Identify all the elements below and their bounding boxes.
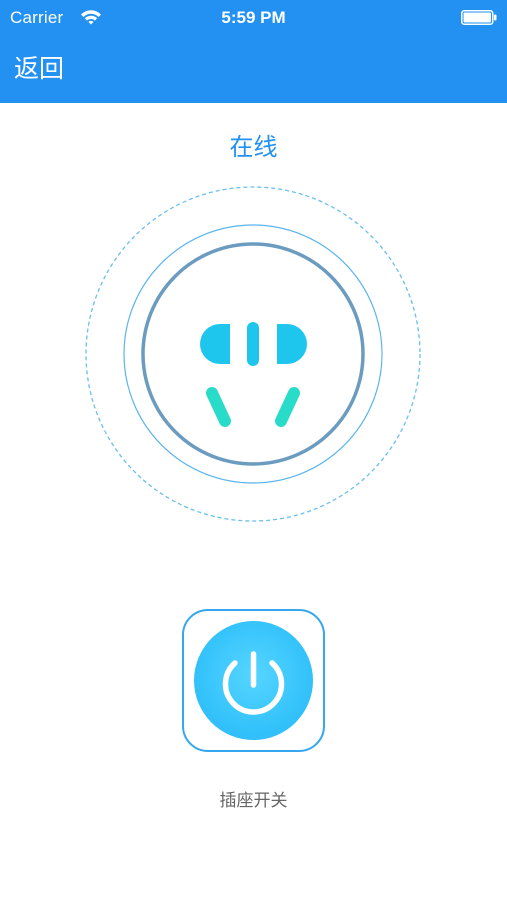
battery-icon	[461, 10, 497, 25]
socket-hole-left	[200, 324, 230, 364]
header: Carrier 5:59 PM 返回	[0, 0, 507, 103]
power-icon	[222, 651, 285, 715]
socket-icon	[85, 186, 421, 522]
power-circle	[194, 621, 313, 740]
socket-slot-lower-left	[206, 387, 231, 427]
screen: Carrier 5:59 PM 返回 在线 插座开关	[0, 0, 507, 900]
socket-hole-right	[277, 324, 307, 364]
socket-slot-lower-right	[275, 387, 300, 427]
nav-bar: 返回	[0, 40, 507, 100]
socket-hole-center	[247, 322, 259, 366]
back-button[interactable]: 返回	[14, 52, 64, 86]
time-label: 5:59 PM	[221, 8, 286, 27]
power-switch-label: 插座开关	[219, 791, 288, 811]
power-switch-button[interactable]	[182, 609, 325, 752]
online-status: 在线	[229, 133, 278, 161]
status-bar: Carrier 5:59 PM	[0, 0, 507, 38]
